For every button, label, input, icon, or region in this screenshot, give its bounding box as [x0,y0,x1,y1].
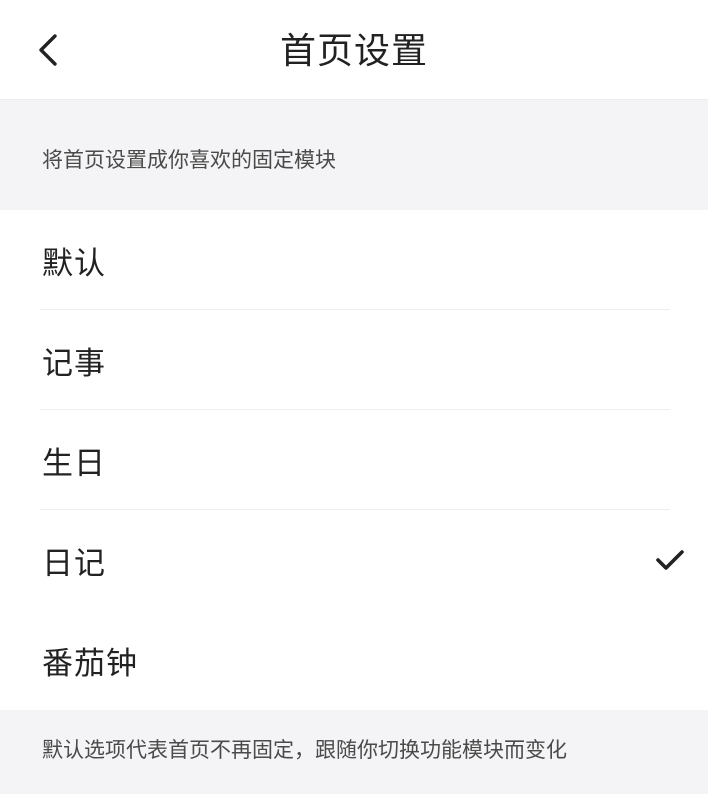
top-hint-text: 将首页设置成你喜欢的固定模块 [0,100,708,210]
checkmark-icon [656,550,684,570]
option-default[interactable]: 默认 [0,210,708,310]
option-birthday[interactable]: 生日 [0,410,708,510]
option-label: 日记 [42,545,106,582]
option-label: 默认 [42,245,106,282]
option-label: 生日 [42,445,106,482]
option-diary[interactable]: 日记 [0,510,708,610]
option-label: 记事 [42,345,106,382]
home-module-options-list: 默认 记事 生日 日记 番茄钟 [0,210,708,710]
option-label: 番茄钟 [42,645,138,682]
navigation-bar: 首页设置 [0,0,708,100]
option-notes[interactable]: 记事 [0,310,708,410]
bottom-hint-text: 默认选项代表首页不再固定，跟随你切换功能模块而变化 [0,710,708,794]
option-pomodoro[interactable]: 番茄钟 [0,610,708,710]
home-settings-screen: 首页设置 将首页设置成你喜欢的固定模块 默认 记事 生日 日记 番茄钟 默认选项… [0,0,708,794]
page-title: 首页设置 [279,31,428,72]
